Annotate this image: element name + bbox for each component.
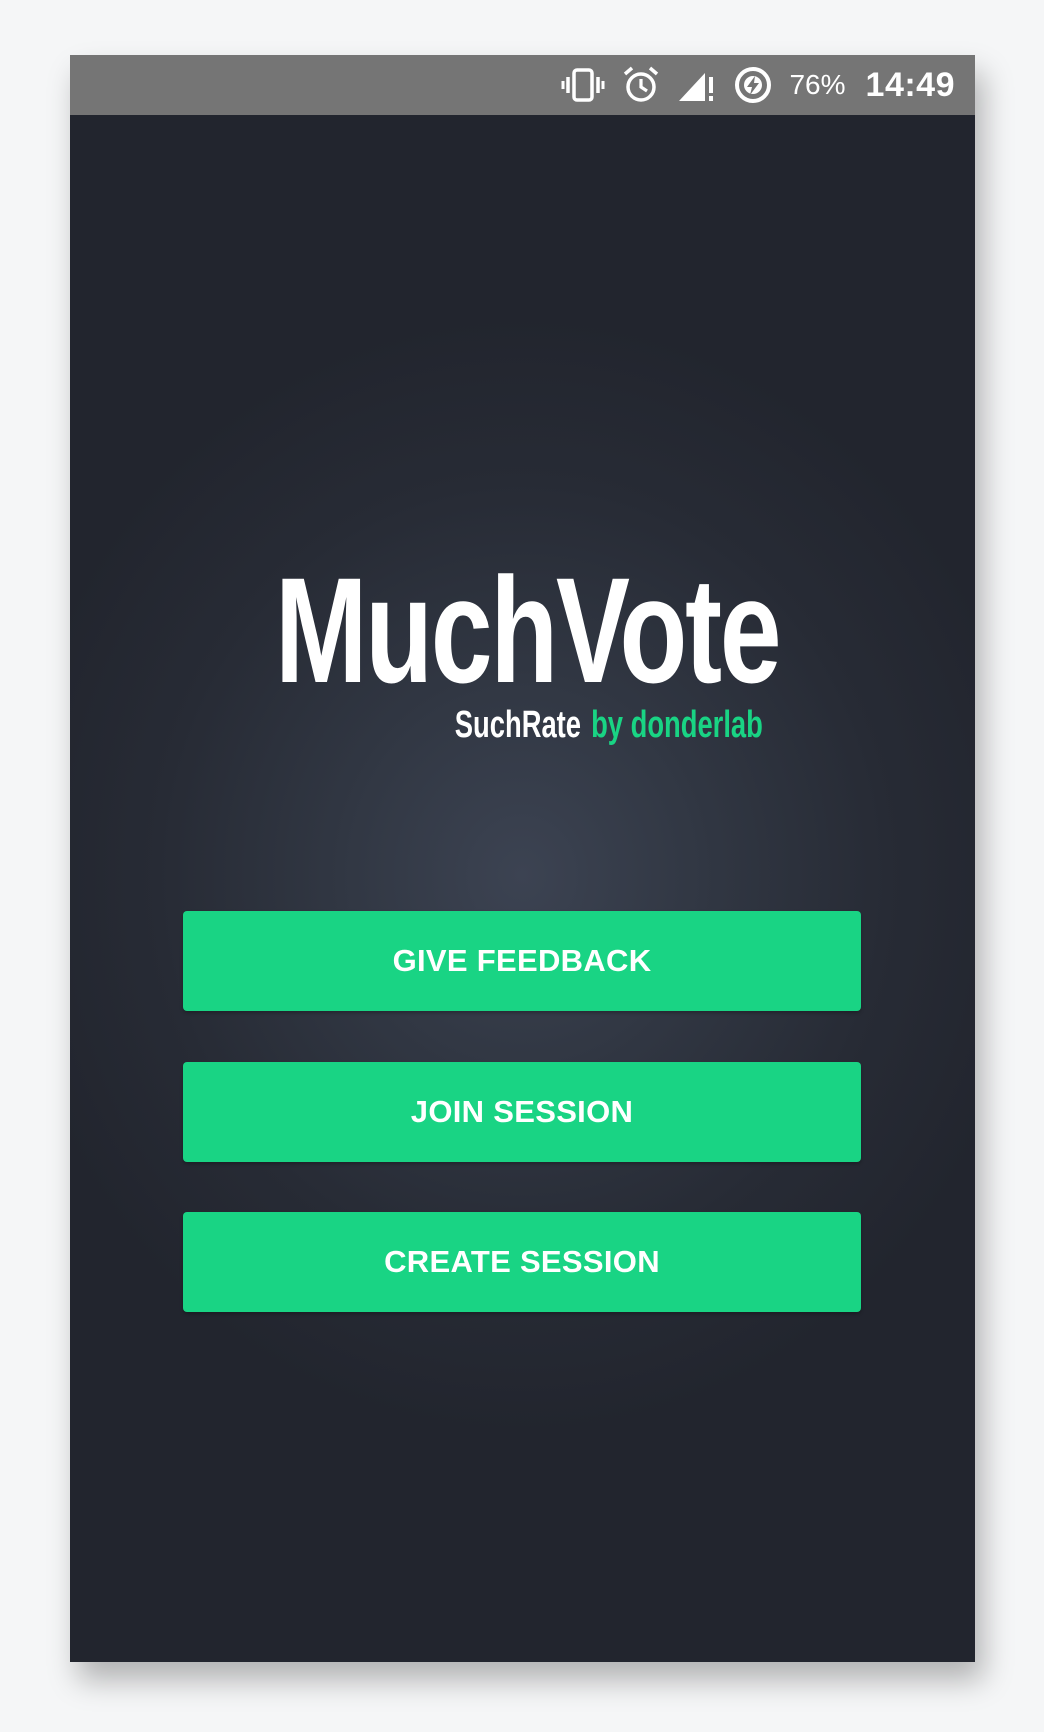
join-session-button[interactable]: JOIN SESSION xyxy=(183,1062,861,1162)
clock: 14:49 xyxy=(865,65,955,104)
tagline-by: by donderlab xyxy=(591,704,763,746)
signal-icon xyxy=(677,63,717,107)
tagline-brand: SuchRate xyxy=(454,704,582,746)
create-session-button[interactable]: CREATE SESSION xyxy=(183,1212,861,1312)
battery-charging-icon xyxy=(733,63,773,107)
give-feedback-button[interactable]: GIVE FEEDBACK xyxy=(183,911,861,1011)
phone-frame: 76% 14:49 MuchVote SuchRate by donderlab … xyxy=(70,55,975,1662)
app-tagline: SuchRate by donderlab xyxy=(455,705,763,745)
app-title: MuchVote xyxy=(275,546,782,714)
home-screen: MuchVote SuchRate by donderlab GIVE FEEDB… xyxy=(70,115,975,1662)
page: 76% 14:49 MuchVote SuchRate by donderlab … xyxy=(0,0,1044,1732)
alarm-icon xyxy=(621,63,661,107)
vibrate-icon xyxy=(561,63,605,107)
app-logo: MuchVote SuchRate by donderlab xyxy=(275,555,785,755)
battery-percentage: 76% xyxy=(789,69,846,100)
status-bar: 76% 14:49 xyxy=(70,55,975,115)
